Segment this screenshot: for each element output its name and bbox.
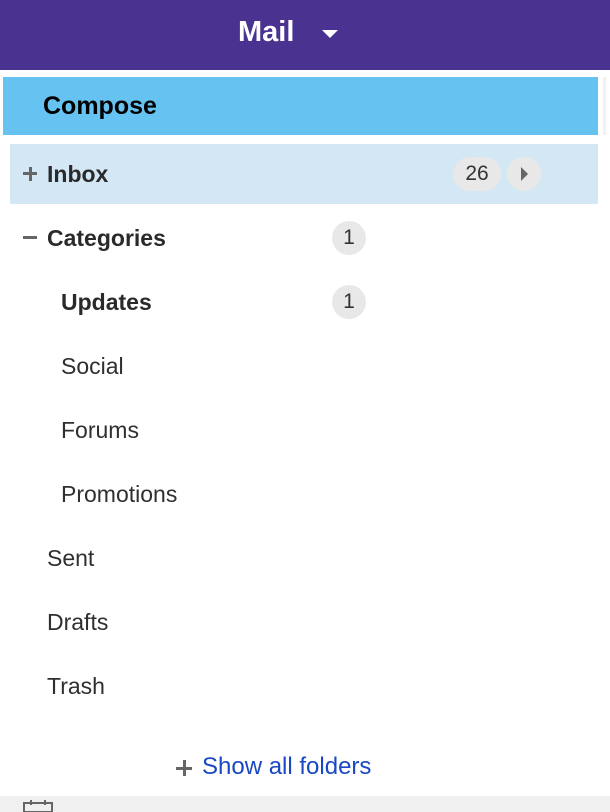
folder-sent[interactable]: Sent [10, 528, 598, 588]
content-edge [603, 77, 606, 135]
plus-icon[interactable] [21, 164, 39, 182]
compose-label: Compose [43, 92, 157, 120]
categories-unread-badge: 1 [332, 221, 366, 255]
bottom-toolbar [0, 796, 610, 812]
folder-trash-label: Trash [47, 673, 105, 699]
folder-trash[interactable]: Trash [10, 656, 598, 716]
app-title: Mail [238, 16, 295, 48]
folder-sent-label: Sent [47, 545, 95, 571]
calendar-icon[interactable] [22, 800, 54, 812]
folder-categories-label: Categories [47, 225, 166, 251]
show-all-folders-label: Show all folders [202, 753, 372, 780]
folder-inbox-label: Inbox [47, 161, 109, 187]
folder-forums-label: Forums [61, 417, 139, 443]
folder-drafts-label: Drafts [47, 609, 109, 635]
inbox-unread-badge: 26 [453, 157, 501, 191]
folder-inbox[interactable]: Inbox 26 [10, 144, 598, 204]
compose-button[interactable]: Compose [3, 77, 598, 135]
inbox-expand-button[interactable] [507, 157, 541, 191]
folder-social[interactable]: Social [10, 336, 598, 396]
caret-down-icon[interactable] [322, 30, 339, 38]
folder-promotions-label: Promotions [61, 481, 178, 507]
folder-promotions[interactable]: Promotions [10, 464, 598, 524]
mail-header: Mail [0, 0, 610, 70]
show-all-folders-link[interactable]: Show all folders [176, 745, 371, 789]
folder-social-label: Social [61, 353, 124, 379]
folder-updates[interactable]: Updates 1 [10, 272, 598, 332]
folder-drafts[interactable]: Drafts [10, 592, 598, 652]
folder-categories[interactable]: Categories 1 [10, 208, 598, 268]
chevron-right-icon [521, 167, 528, 181]
updates-unread-badge: 1 [332, 285, 366, 319]
folder-updates-label: Updates [61, 289, 152, 315]
folder-forums[interactable]: Forums [10, 400, 598, 460]
mail-app-switcher[interactable]: Mail [238, 12, 339, 52]
plus-icon [176, 760, 192, 776]
minus-icon[interactable] [21, 228, 39, 246]
header-divider [0, 70, 610, 74]
